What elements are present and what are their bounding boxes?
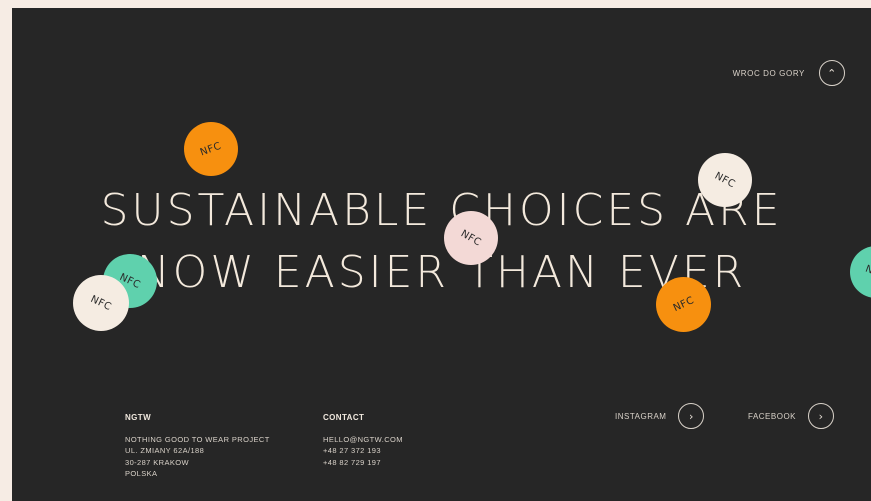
- back-to-top-link[interactable]: WROC DO GORY ⌃: [733, 60, 845, 86]
- nfc-label: NFC: [712, 170, 738, 190]
- nfc-sticker: NFC: [698, 153, 752, 207]
- nfc-label: NFC: [671, 294, 696, 315]
- nfc-label: NFC: [458, 227, 484, 249]
- nfc-sticker: NFC: [656, 277, 711, 332]
- chevron-right-icon[interactable]: ›: [678, 403, 705, 429]
- brand-column: NGTW NOTHING GOOD TO WEAR PROJECT UL. ZM…: [125, 412, 270, 480]
- address-line: POLSKA: [125, 469, 158, 478]
- brand-heading: NGTW: [125, 413, 152, 422]
- nfc-label: NFC: [88, 293, 114, 313]
- address-line: UL. ZMIANY 62A/188: [125, 446, 205, 455]
- contact-heading: CONTACT: [323, 413, 365, 422]
- instagram-label: INSTAGRAM: [615, 411, 667, 421]
- contact-phone-link[interactable]: +48 82 729 197: [323, 457, 403, 469]
- footer-panel: WROC DO GORY ⌃ SUSTAINABLE CHOICES ARE N…: [12, 8, 871, 501]
- facebook-label: FACEBOOK: [748, 411, 797, 421]
- facebook-link[interactable]: FACEBOOK ›: [748, 403, 835, 429]
- contact-email-link[interactable]: HELLO@NGTW.COM: [323, 434, 403, 446]
- chevron-right-icon[interactable]: ›: [808, 403, 835, 429]
- address-line: 30-287 KRAKOW: [125, 457, 189, 467]
- contact-column: CONTACT HELLO@NGTW.COM +48 27 372 193 +4…: [323, 412, 403, 468]
- nfc-sticker: NFC: [73, 275, 129, 331]
- address-line: NOTHING GOOD TO WEAR PROJECT: [125, 434, 270, 444]
- nfc-sticker: NFC: [444, 211, 498, 265]
- contact-phone-link[interactable]: +48 27 372 193: [323, 445, 403, 457]
- chevron-up-icon[interactable]: ⌃: [819, 60, 845, 86]
- nfc-label: NFC: [198, 140, 224, 158]
- back-to-top-label: WROC DO GORY: [732, 68, 805, 78]
- nfc-sticker: NFC: [184, 122, 238, 176]
- nfc-label: NFC: [863, 263, 871, 281]
- instagram-link[interactable]: INSTAGRAM ›: [615, 403, 705, 429]
